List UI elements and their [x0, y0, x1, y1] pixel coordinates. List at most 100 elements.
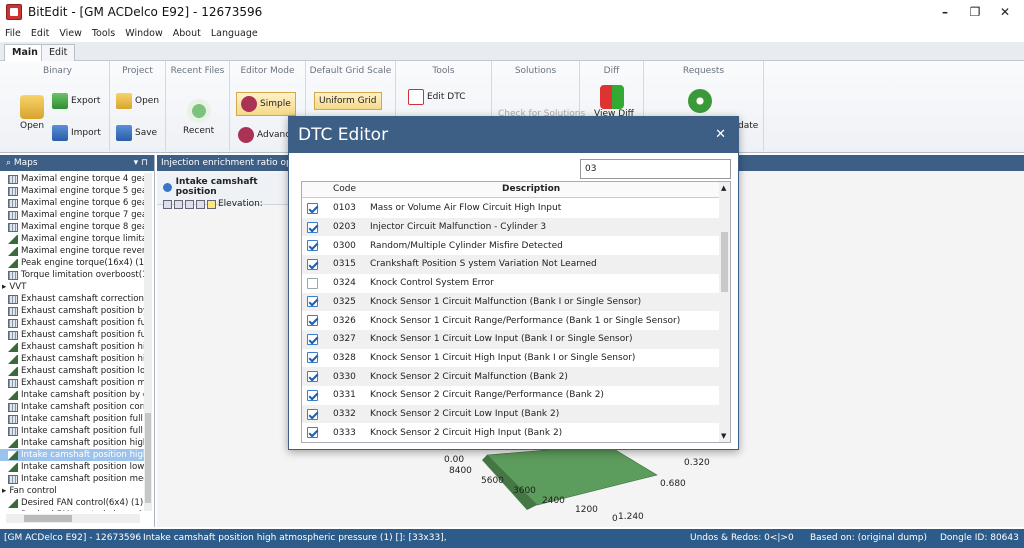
dtc-row[interactable]: 0103 Mass or Volume Air Flow Circuit High… [302, 199, 720, 218]
dtc-row[interactable]: 0203 Injector Circuit Malfunction - Cylin… [302, 217, 720, 237]
dtc-row[interactable]: 0300 Random/Multiple Cylinder Misfire Det… [302, 236, 720, 255]
dtc-row[interactable]: 0332 Knock Sensor 2 Circuit Low Input (Ba… [302, 404, 720, 424]
tree-item[interactable]: Intake camshaft position corre [0, 401, 145, 413]
dtc-enabled-checkbox[interactable] [307, 221, 318, 233]
menu-tools[interactable]: Tools [87, 28, 120, 39]
menu-view[interactable]: View [54, 28, 87, 39]
uniform-grid-button[interactable]: Uniform Grid [314, 92, 757, 419]
tree-item[interactable]: Maximal engine torque 4 gear( [0, 173, 145, 185]
tree-item[interactable]: Maximal engine torque 5 gear( [0, 185, 145, 197]
dtc-row[interactable]: 0327 Knock Sensor 1 Circuit Low Input (Ba… [302, 329, 720, 349]
tree-item[interactable]: Maximal engine torque 7 gear( [0, 209, 145, 221]
recent-button[interactable]: Recent [183, 99, 214, 136]
tree-item[interactable]: Intake camshaft position high( [0, 437, 145, 449]
import-button[interactable]: Import [52, 125, 101, 141]
tree-item[interactable]: Exhaust camshaft position high [0, 341, 145, 353]
tree-item[interactable]: Peak engine torque(16x4) (1) [0, 257, 145, 269]
tree-item[interactable]: Maximal engine torque 6 gear( [0, 197, 145, 209]
column-code[interactable]: Code [333, 184, 356, 194]
dtc-row[interactable]: 0324 Knock Control System Error [302, 274, 720, 293]
dtc-search-input[interactable] [580, 159, 731, 179]
scroll-down-icon[interactable]: ▼ [721, 432, 726, 440]
dtc-enabled-checkbox[interactable] [307, 333, 318, 345]
dtc-row[interactable]: 0326 Knock Sensor 1 Circuit Range/Perform… [302, 311, 720, 330]
tree-item[interactable]: Maximal engine torque 8 gear( [0, 221, 145, 233]
dtc-enabled-checkbox[interactable] [307, 258, 318, 270]
palette-icon[interactable] [196, 199, 205, 209]
project-save-button[interactable]: Save [116, 125, 157, 141]
tree-item[interactable]: Intake camshaft position by co [0, 389, 145, 401]
tree-item[interactable]: Exhaust camshaft position med [0, 377, 145, 389]
dtc-enabled-checkbox[interactable] [307, 371, 318, 383]
axis-icon[interactable] [185, 199, 194, 209]
close-icon[interactable]: ✕ [990, 0, 1020, 24]
update-button[interactable]: date [738, 121, 758, 131]
dtc-enabled-checkbox[interactable] [307, 389, 318, 401]
tree-item[interactable]: Intake camshaft position full lo [0, 413, 145, 425]
tree-category[interactable]: ▸ VVT [0, 281, 145, 293]
table-icon[interactable] [174, 199, 183, 209]
column-description[interactable]: Description [502, 184, 560, 194]
tree-item[interactable]: Intake camshaft position low(3 [0, 461, 145, 473]
dtc-scroll-thumb[interactable] [721, 232, 728, 292]
dtc-enabled-checkbox[interactable] [307, 315, 318, 327]
dtc-enabled-checkbox[interactable] [307, 296, 318, 308]
tree-item[interactable]: Exhaust camshaft correction by [0, 293, 145, 305]
tree-item[interactable]: Torque limitation overboost(16 [0, 269, 145, 281]
dtc-table-scrollbar[interactable]: ▲ ▼ [719, 182, 730, 442]
tree-item[interactable]: Intake camshaft position full lo [0, 425, 145, 437]
menu-window[interactable]: Window [120, 28, 167, 39]
dtc-enabled-checkbox[interactable] [307, 240, 318, 252]
expand-icon[interactable]: ▸ [2, 485, 6, 497]
tree-item[interactable]: Exhaust camshaft position by c [0, 305, 145, 317]
edit-dtc-button[interactable]: Edit DTC [408, 89, 465, 105]
dtc-row[interactable]: 0315 Crankshaft Position S ystem Variatio… [302, 255, 720, 274]
menu-file[interactable]: File [0, 28, 26, 39]
expand-icon[interactable]: ▸ [2, 281, 6, 293]
dtc-row[interactable]: 0333 Knock Sensor 2 Circuit High Input (B… [302, 423, 720, 442]
tree-item[interactable]: Desired FAN control via coolan [0, 509, 145, 511]
dtc-enabled-checkbox[interactable] [307, 352, 318, 364]
tree-item[interactable]: Intake camshaft position medi [0, 473, 145, 485]
tree-item[interactable]: Exhaust camshaft position low( [0, 365, 145, 377]
simple-mode-button[interactable]: Simple [236, 92, 296, 116]
tree-item[interactable]: Maximal engine torque limitati [0, 233, 145, 245]
tree-item[interactable]: Exhaust camshaft position full l [0, 317, 145, 329]
dtc-enabled-checkbox[interactable] [307, 202, 318, 214]
binary-open-button[interactable]: Open [20, 95, 44, 131]
menu-about[interactable]: About [168, 28, 206, 39]
dtc-row[interactable]: 0330 Knock Sensor 2 Circuit Malfunction (… [302, 367, 720, 386]
dialog-close-icon[interactable]: ✕ [715, 117, 726, 153]
menu-edit[interactable]: Edit [26, 28, 54, 39]
advanced-mode-button[interactable]: Advanc [238, 127, 290, 143]
tree-item[interactable]: Exhaust camshaft position high [0, 353, 145, 365]
dtc-row[interactable]: 0328 Knock Sensor 1 Circuit High Input (B… [302, 349, 720, 368]
lightbulb-icon[interactable] [207, 199, 216, 209]
diff-icon-button[interactable] [600, 85, 624, 109]
minimize-icon[interactable]: – [930, 0, 960, 24]
tab-main[interactable]: Main [4, 44, 46, 61]
tree-item[interactable]: Maximal engine torque reverse [0, 245, 145, 257]
pin-icon[interactable]: ▾ ⊓ [134, 155, 148, 171]
dtc-row[interactable]: 0325 Knock Sensor 1 Circuit Malfunction (… [302, 292, 720, 312]
restore-icon[interactable]: ❐ [960, 0, 990, 24]
menu-language[interactable]: Language [206, 28, 263, 39]
maps-vertical-scrollbar[interactable] [144, 173, 152, 511]
tree-category[interactable]: ▸ Fan control [0, 485, 145, 497]
dtc-enabled-checkbox[interactable] [307, 408, 318, 420]
maps-horizontal-scrollbar[interactable] [6, 514, 140, 523]
dtc-enabled-checkbox[interactable] [307, 277, 318, 289]
tree-item[interactable]: Exhaust camshaft position full l [0, 329, 145, 341]
chart-3d-icon[interactable] [163, 199, 172, 209]
maps-hscroll-thumb[interactable] [24, 515, 72, 522]
tree-item[interactable]: Desired FAN control(6x4) (1) [0, 497, 145, 509]
maps-scroll-thumb[interactable] [145, 413, 151, 503]
dtc-row[interactable]: 0331 Knock Sensor 2 Circuit Range/Perform… [302, 386, 720, 405]
project-open-button[interactable]: Open [116, 93, 159, 109]
requests-button[interactable] [688, 89, 712, 113]
scroll-up-icon[interactable]: ▲ [721, 184, 726, 192]
tree-item[interactable]: Intake camshaft position high a [0, 449, 145, 461]
tab-edit[interactable]: Edit [41, 44, 76, 61]
export-button[interactable]: Export [52, 93, 100, 109]
dtc-enabled-checkbox[interactable] [307, 427, 318, 439]
